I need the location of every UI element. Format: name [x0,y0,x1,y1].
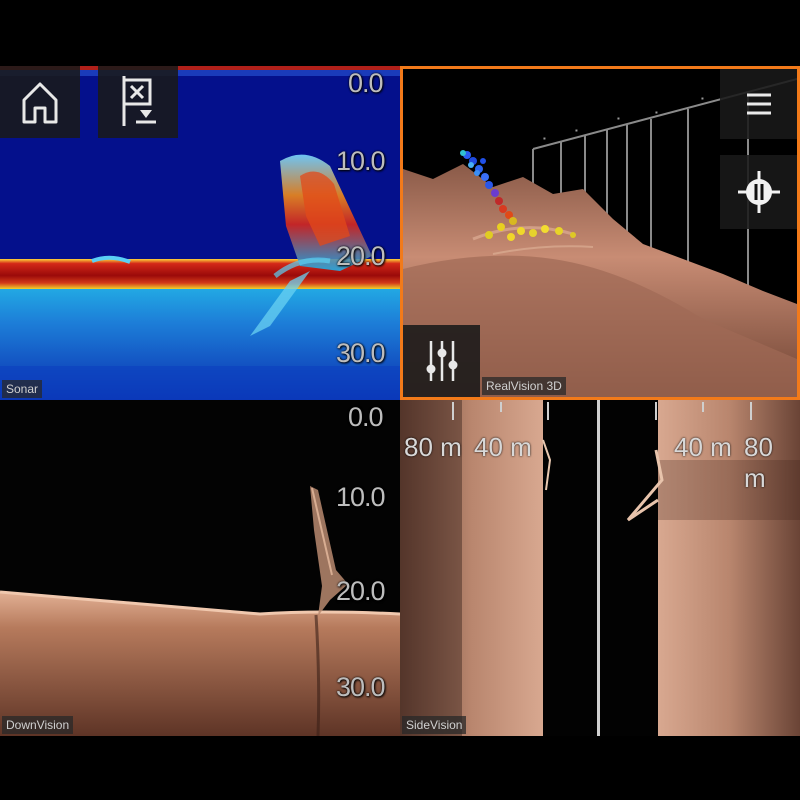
menu-icon [746,93,771,115]
svg-text:▪: ▪ [543,134,546,143]
depth-label-20: 20.0 [336,241,386,271]
pane-label-downvision: DownVision [2,716,74,734]
range-tick [452,402,454,420]
waypoint-marker-icon [122,76,156,126]
range-label-port-40: 40 m [474,432,532,462]
sliders-icon [426,341,457,381]
menu-button[interactable] [720,69,797,139]
svg-text:▪: ▪ [701,94,704,103]
sonar-pane[interactable]: 0.0 10.0 20.0 30.0 Sonar [0,66,400,400]
realvision-3d-pane[interactable]: ▪ ▪ ▪ ▪ ▪ RealVision 3D [400,66,800,400]
home-button[interactable] [0,66,80,138]
svg-text:▪: ▪ [617,114,620,123]
depth-label-0: 0.0 [348,68,384,98]
depth-label-10: 10.0 [336,146,386,176]
svg-text:▪: ▪ [575,126,578,135]
pane-label-realvision: RealVision 3D [482,377,566,395]
depth-label-10: 10.0 [336,482,386,512]
depth-label-30: 30.0 [336,672,386,702]
home-icon [22,82,58,124]
range-tick [750,402,752,420]
svg-text:▪: ▪ [655,108,658,117]
depth-label-0: 0.0 [348,402,384,432]
range-label-stbd-40: 40 m [674,432,732,462]
range-tick [655,402,657,420]
downvision-pane[interactable]: 0.0 10.0 20.0 30.0 DownVision [0,400,400,736]
waypoint-button[interactable] [98,66,178,138]
crosshair-icon [737,171,780,213]
cursor-button[interactable] [720,155,797,229]
range-label-port-80: 80 m [404,432,462,462]
depth-label-20: 20.0 [336,576,386,606]
pane-label-sonar: Sonar [2,380,43,398]
pane-label-sidevision: SideVision [402,716,467,734]
range-label-stbd-80: 80 m [744,432,773,493]
range-tick-minor [702,402,704,412]
depth-label-30: 30.0 [336,338,386,368]
sidevision-pane[interactable]: 80 m 40 m 40 m 80 m SideVision [400,400,800,736]
range-tick-minor [500,402,502,412]
range-tick [547,402,549,420]
adjust-button[interactable] [403,325,480,397]
